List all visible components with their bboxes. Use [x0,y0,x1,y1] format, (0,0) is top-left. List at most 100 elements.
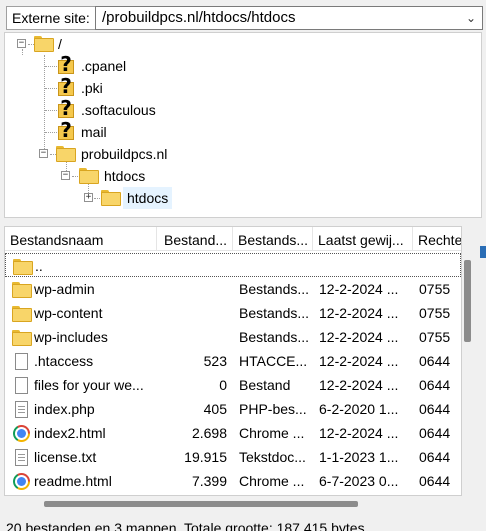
tree-item-mail[interactable]: ? mail [5,119,475,143]
remote-directory-tree[interactable]: − / ? .cpanel ? .pki ? .softaculous ? ma… [4,32,482,218]
file-permissions: 0755 [419,281,451,297]
remote-site-bar: Externe site: /probuildpcs.nl/htdocs/htd… [0,0,486,36]
tree-item-label: .pki [81,80,103,96]
file-permissions: 0644 [419,353,451,369]
edge-fragment [480,246,486,258]
file-name: files for your we... [34,377,144,393]
file-name: license.txt [34,449,97,465]
unknown-folder-icon: ? [56,75,76,98]
chrome-icon [12,473,32,490]
file-type: Bestands... [239,281,310,297]
file-type: Tekstdoc... [239,449,306,465]
text-file-icon [12,401,32,418]
expand-icon[interactable]: + [84,193,93,202]
file-size: 0 [219,377,227,393]
folder-icon [79,168,99,184]
file-modified: 12-2-2024 ... [319,305,399,321]
unknown-folder-icon: ? [56,97,76,120]
column-header-modified[interactable]: Laatst gewij... [313,227,413,251]
file-row[interactable]: .. [5,253,461,277]
file-permissions: 0644 [419,473,451,489]
tree-item-htdocs[interactable]: − htdocs [5,165,475,187]
text-file-icon [12,449,32,466]
column-header-size[interactable]: Bestand... [159,227,233,251]
file-list-header: Bestandsnaam Bestand... Bestands... Laat… [5,227,461,251]
file-permissions: 0644 [419,401,451,417]
file-modified: 6-2-2020 1... [319,401,399,417]
remote-path-combobox[interactable]: /probuildpcs.nl/htdocs/htdocs ⌄ [95,6,483,30]
tree-item-label: .softaculous [81,102,156,118]
file-row[interactable]: .htaccess 523 HTACCE... 12-2-2024 ... 0644 [5,349,461,373]
file-name: wp-content [34,305,103,321]
file-row[interactable]: readme.html 7.399 Chrome ... 6-7-2023 0... 0… [5,469,461,493]
file-type: Bestands... [239,305,310,321]
tree-item-label: .cpanel [81,58,127,74]
file-modified: 1-1-2023 1... [319,449,399,465]
file-row[interactable]: wp-content Bestands... 12-2-2024 ... 0755 [5,301,461,325]
file-permissions [420,254,461,278]
tree-item-root[interactable]: − / [5,33,475,55]
tree-item-probuildpcs[interactable]: − probuildpcs.nl [5,143,475,165]
column-header-permissions[interactable]: Rechte [413,227,461,251]
file-row[interactable]: files for your we... 0 Bestand 12-2-2024 ..… [5,373,461,397]
file-permissions: 0644 [419,377,451,393]
file-list-vertical-scrollbar[interactable] [462,250,474,496]
file-size [160,254,228,278]
tree-item-htdocs-sub[interactable]: + htdocs [5,187,475,209]
file-modified: 12-2-2024 ... [319,329,399,345]
panel-splitter[interactable] [0,218,486,226]
scrollbar-thumb[interactable] [44,501,358,507]
folder-icon [56,146,76,162]
file-list-horizontal-scrollbar[interactable] [4,498,462,510]
file-row[interactable]: wp-includes Bestands... 12-2-2024 ... 0755 [5,325,461,349]
file-type: HTACCE... [239,353,308,369]
folder-icon [12,281,32,298]
file-size: 19.915 [184,449,227,465]
file-modified: 12-2-2024 ... [319,425,399,441]
file-row[interactable]: index.php 405 PHP-bes... 6-2-2020 1... 0644 [5,397,461,421]
file-row[interactable]: license.txt 19.915 Tekstdoc... 1-1-2023 1..… [5,445,461,469]
collapse-icon[interactable]: − [61,171,70,180]
file-modified: 12-2-2024 ... [319,377,399,393]
folder-icon [34,36,54,52]
folder-icon [12,305,32,322]
file-size: 7.399 [191,473,227,489]
tree-item-pki[interactable]: ? .pki [5,75,475,99]
column-header-type[interactable]: Bestands... [233,227,313,251]
file-size [159,277,227,301]
file-size [159,325,227,349]
chrome-icon [12,425,32,442]
tree-item-label: htdocs [104,168,146,184]
file-type: Chrome ... [239,473,305,489]
status-bar-text: 20 bestanden en 3 mappen. Totale grootte… [6,520,365,531]
file-icon [12,377,32,394]
file-permissions: 0644 [419,449,451,465]
tree-item-label: mail [81,124,107,140]
file-size: 2.698 [191,425,227,441]
unknown-folder-icon: ? [56,53,76,76]
file-name: .. [35,258,43,274]
file-row[interactable]: index2.html 2.698 Chrome ... 12-2-2024 ... 0… [5,421,461,445]
file-modified: 12-2-2024 ... [319,353,399,369]
file-name: wp-admin [34,281,95,297]
file-modified: 12-2-2024 ... [319,281,399,297]
tree-item-label: probuildpcs.nl [81,146,168,162]
scrollbar-thumb[interactable] [464,260,471,342]
remote-file-list[interactable]: Bestandsnaam Bestand... Bestands... Laat… [4,226,462,496]
remote-path-value: /probuildpcs.nl/htdocs/htdocs [102,9,296,26]
file-row[interactable]: wp-admin Bestands... 12-2-2024 ... 0755 [5,277,461,301]
tree-item-cpanel[interactable]: ? .cpanel [5,53,475,77]
file-name: index.php [34,401,95,417]
file-permissions: 0755 [419,329,451,345]
chevron-down-icon[interactable]: ⌄ [466,7,476,29]
collapse-icon[interactable]: − [39,149,48,158]
file-name: wp-includes [34,329,108,345]
file-modified [320,254,414,278]
file-size [159,301,227,325]
collapse-icon[interactable]: − [17,39,26,48]
tree-item-softaculous[interactable]: ? .softaculous [5,97,475,121]
column-header-name[interactable]: Bestandsnaam [5,227,157,251]
remote-site-label: Externe site: [6,6,96,30]
file-type: Bestand [239,377,291,393]
file-name: .htaccess [34,353,94,369]
